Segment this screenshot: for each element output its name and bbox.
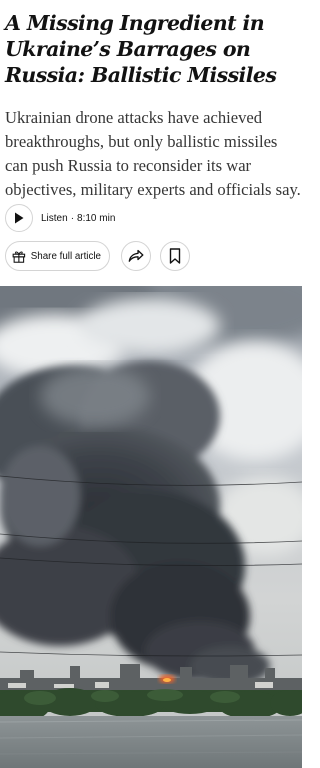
share-full-article-label: Share full article — [30, 250, 101, 262]
listen-label: Listen — [41, 212, 68, 224]
article: A Missing Ingredient in Ukraine’s Barrag… — [0, 0, 302, 768]
play-icon — [15, 212, 24, 224]
headline: A Missing Ingredient in Ukraine’s Barrag… — [5, 11, 277, 87]
listen-duration: 8:10 min — [77, 212, 116, 224]
listen-info[interactable]: Listen · 8:10 min — [41, 213, 115, 224]
share-arrow-icon — [128, 249, 144, 262]
share-full-article-button[interactable]: Share full article — [5, 241, 110, 271]
save-button[interactable] — [160, 241, 190, 271]
smoke-plume-photo — [0, 286, 302, 768]
hero-photo — [0, 286, 302, 768]
share-button[interactable] — [121, 241, 151, 271]
listen-separator: · — [70, 212, 75, 224]
article-actions: Share full article — [5, 241, 190, 271]
listen-row: Listen · 8:10 min — [5, 204, 115, 232]
gift-icon — [12, 250, 26, 263]
bookmark-icon — [169, 248, 181, 264]
article-summary: Ukrainian drone attacks have achieved br… — [5, 108, 301, 199]
play-button[interactable] — [5, 204, 33, 232]
